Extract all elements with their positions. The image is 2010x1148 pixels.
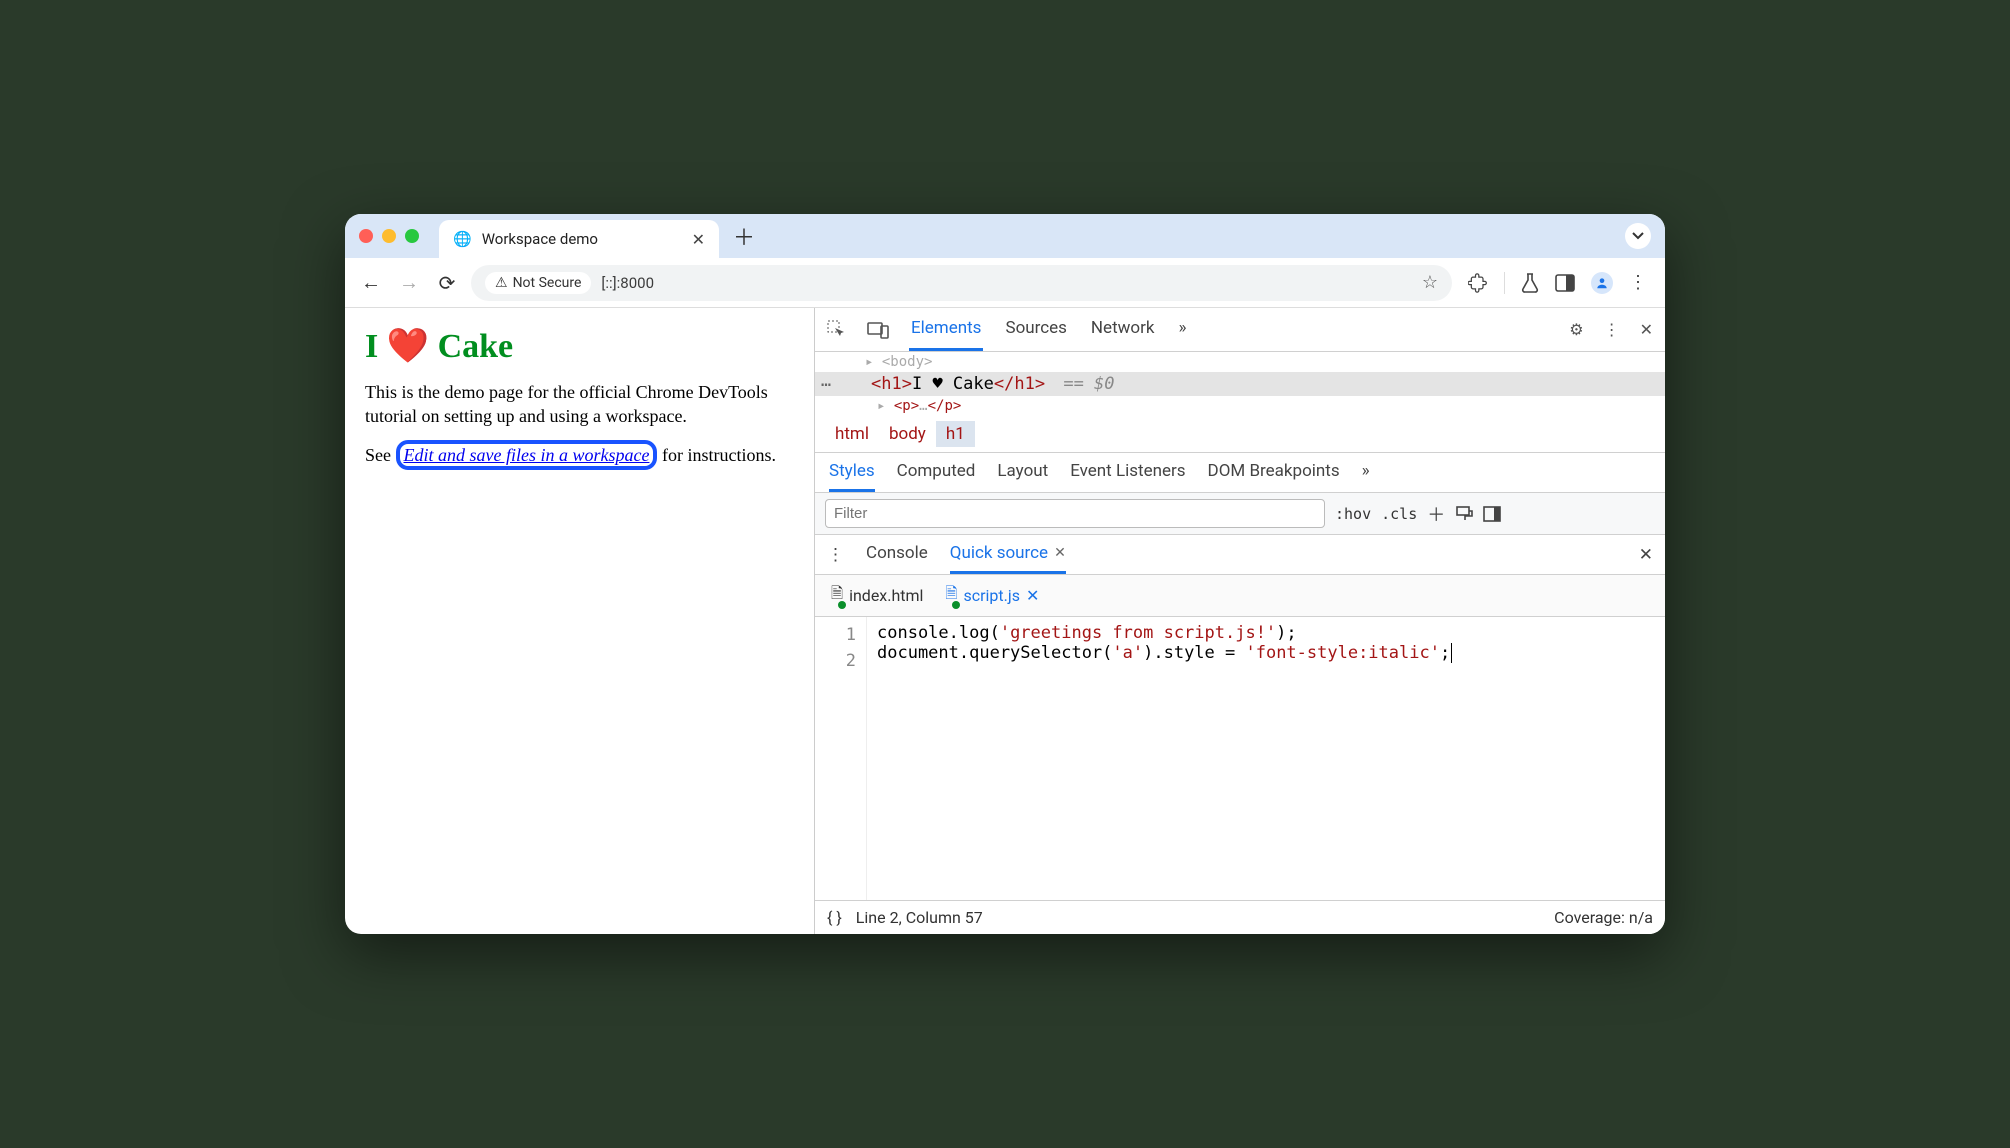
close-devtools-button[interactable]: ✕ bbox=[1640, 320, 1653, 339]
tab-computed[interactable]: Computed bbox=[897, 453, 976, 492]
file-icon: 🗎 bbox=[945, 583, 957, 608]
tab-layout[interactable]: Layout bbox=[997, 453, 1048, 492]
globe-icon: 🌐 bbox=[453, 230, 472, 248]
reload-button[interactable]: ⟳ bbox=[433, 267, 461, 299]
code-editor[interactable]: 12 console.log('greetings from script.js… bbox=[815, 617, 1665, 900]
p2-prefix: See bbox=[365, 445, 396, 465]
chevron-down-icon bbox=[1632, 232, 1644, 240]
tab-more[interactable]: » bbox=[1176, 308, 1188, 351]
add-rule-icon[interactable]: ＋ bbox=[1427, 501, 1445, 527]
styles-filter-input[interactable] bbox=[825, 499, 1325, 528]
dom-sel-text: I ♥ Cake bbox=[912, 374, 994, 394]
tab-title: Workspace demo bbox=[482, 230, 682, 248]
file-tab-script[interactable]: 🗎 script.js ✕ bbox=[943, 579, 1041, 612]
tabs-menu-button[interactable] bbox=[1625, 223, 1651, 249]
hov-toggle[interactable]: :hov bbox=[1335, 505, 1371, 523]
close-drawer-button[interactable]: ✕ bbox=[1639, 545, 1653, 565]
titlebar: 🌐 Workspace demo ✕ ＋ bbox=[345, 214, 1665, 258]
panel-toggle-icon[interactable] bbox=[1483, 506, 1501, 522]
warning-icon: ⚠ bbox=[495, 275, 508, 291]
maximize-window-button[interactable] bbox=[405, 229, 419, 243]
gutter: 12 bbox=[815, 617, 867, 900]
minimize-window-button[interactable] bbox=[382, 229, 396, 243]
code-content[interactable]: console.log('greetings from script.js!')… bbox=[867, 617, 1472, 900]
statusbar: { } Line 2, Column 57 Coverage: n/a bbox=[815, 900, 1665, 934]
forward-button[interactable]: → bbox=[395, 266, 423, 299]
crumb-h1[interactable]: h1 bbox=[936, 421, 975, 447]
file-tab-index[interactable]: 🗎 index.html bbox=[829, 579, 925, 612]
devtools-panel: Elements Sources Network » ⚙ ⋮ ✕ ▸ <body… bbox=[815, 308, 1665, 934]
page-paragraph-1: This is the demo page for the official C… bbox=[365, 380, 794, 429]
tab-sources[interactable]: Sources bbox=[1003, 308, 1068, 351]
page-heading: I ❤️ Cake bbox=[365, 326, 794, 366]
page-paragraph-2: See Edit and save files in a workspace f… bbox=[365, 443, 794, 467]
inspect-icon[interactable] bbox=[827, 320, 847, 340]
dom-breadcrumbs: html body h1 bbox=[815, 416, 1665, 453]
close-tab-button[interactable]: ✕ bbox=[692, 230, 705, 249]
dom-line-selected[interactable]: ⋯ <h1>I ♥ Cake</h1> == $0 bbox=[815, 372, 1665, 396]
kebab-menu-button[interactable]: ⋮ bbox=[1629, 272, 1647, 293]
browser-window: 🌐 Workspace demo ✕ ＋ ← → ⟳ ⚠ Not Secure … bbox=[345, 214, 1665, 934]
bookmark-star-icon[interactable]: ☆ bbox=[1422, 272, 1438, 293]
tab-styles-more[interactable]: » bbox=[1362, 453, 1370, 492]
address-bar[interactable]: ⚠ Not Secure [::]:8000 ☆ bbox=[471, 265, 1452, 301]
tab-network[interactable]: Network bbox=[1089, 308, 1157, 351]
toolbar-actions: ⋮ bbox=[1462, 272, 1653, 294]
drawer-tabs: ⋮ Console Quick source ✕ ✕ bbox=[815, 535, 1665, 575]
crumb-body[interactable]: body bbox=[879, 421, 936, 447]
coverage-status: Coverage: n/a bbox=[1554, 908, 1653, 927]
file-script-label: script.js bbox=[963, 586, 1019, 605]
crumb-html[interactable]: html bbox=[825, 421, 879, 447]
content-area: I ❤️ Cake This is the demo page for the … bbox=[345, 308, 1665, 934]
close-quick-source-icon[interactable]: ✕ bbox=[1054, 545, 1066, 561]
new-tab-button[interactable]: ＋ bbox=[733, 220, 755, 252]
separator bbox=[1504, 272, 1505, 294]
dom-tree[interactable]: ▸ <body> ⋯ <h1>I ♥ Cake</h1> == $0 ▸ <p>… bbox=[815, 352, 1665, 416]
rendered-page: I ❤️ Cake This is the demo page for the … bbox=[345, 308, 815, 934]
styles-filter-row: :hov .cls ＋ bbox=[815, 493, 1665, 535]
close-window-button[interactable] bbox=[359, 229, 373, 243]
tab-styles[interactable]: Styles bbox=[829, 453, 875, 492]
url-text: [::]:8000 bbox=[601, 274, 654, 292]
file-index-label: index.html bbox=[849, 586, 923, 605]
security-label: Not Secure bbox=[513, 275, 582, 291]
kebab-icon[interactable]: ⋮ bbox=[1604, 320, 1620, 339]
panel-icon[interactable] bbox=[1555, 274, 1575, 292]
p2-suffix: for instructions. bbox=[657, 445, 776, 465]
tab-quick-source-label: Quick source bbox=[950, 543, 1048, 563]
tab-console[interactable]: Console bbox=[866, 535, 928, 574]
back-button[interactable]: ← bbox=[357, 266, 385, 299]
security-status[interactable]: ⚠ Not Secure bbox=[485, 272, 591, 294]
close-file-icon[interactable]: ✕ bbox=[1026, 586, 1039, 605]
workspace-tutorial-link[interactable]: Edit and save files in a workspace bbox=[396, 440, 658, 470]
labs-icon[interactable] bbox=[1521, 273, 1539, 293]
window-controls bbox=[359, 229, 419, 243]
gear-icon[interactable]: ⚙ bbox=[1569, 320, 1583, 339]
dom-sel-meta: == $0 bbox=[1063, 374, 1114, 394]
tab-quick-source[interactable]: Quick source ✕ bbox=[950, 535, 1066, 574]
file-icon: 🗎 bbox=[831, 583, 843, 608]
ellipsis-icon[interactable]: ⋯ bbox=[821, 375, 831, 395]
file-tabs: 🗎 index.html 🗎 script.js ✕ bbox=[815, 575, 1665, 617]
styles-tabs: Styles Computed Layout Event Listeners D… bbox=[815, 453, 1665, 493]
browser-tab[interactable]: 🌐 Workspace demo ✕ bbox=[439, 220, 719, 258]
devtools-tabs: Elements Sources Network » ⚙ ⋮ ✕ bbox=[815, 308, 1665, 352]
cursor-position: Line 2, Column 57 bbox=[856, 908, 983, 927]
tab-event-listeners[interactable]: Event Listeners bbox=[1070, 453, 1185, 492]
braces-icon[interactable]: { } bbox=[827, 908, 842, 927]
dom-line-prev: ▸ <body> bbox=[815, 352, 1665, 372]
toolbar: ← → ⟳ ⚠ Not Secure [::]:8000 ☆ bbox=[345, 258, 1665, 308]
cls-toggle[interactable]: .cls bbox=[1381, 505, 1417, 523]
dom-line-next: ▸ <p>…</p> bbox=[815, 396, 1665, 416]
device-toolbar-icon[interactable] bbox=[867, 321, 889, 339]
paint-icon[interactable] bbox=[1455, 505, 1473, 523]
profile-avatar[interactable] bbox=[1591, 272, 1613, 294]
tab-elements[interactable]: Elements bbox=[909, 308, 983, 351]
extensions-icon[interactable] bbox=[1468, 273, 1488, 293]
tab-dom-breakpoints[interactable]: DOM Breakpoints bbox=[1208, 453, 1340, 492]
drawer-kebab-icon[interactable]: ⋮ bbox=[827, 545, 844, 565]
